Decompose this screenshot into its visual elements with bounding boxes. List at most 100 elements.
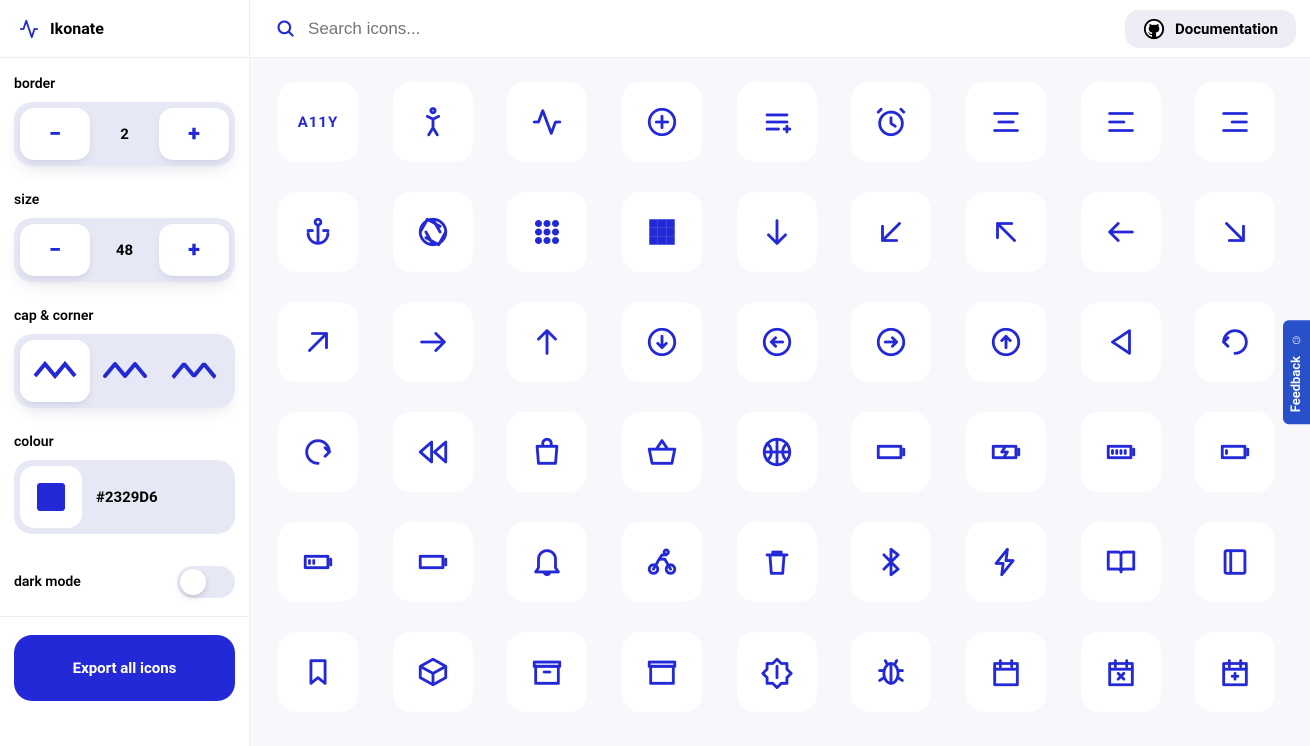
icon-cell-brightness[interactable] (737, 632, 817, 712)
feedback-smiley-icon: ☺ (1290, 332, 1303, 348)
icon-cell-apps-dots[interactable] (507, 192, 587, 272)
cap-option-bevel[interactable] (159, 340, 229, 402)
icon-cell-arrow-down-circle[interactable] (622, 302, 702, 382)
icon-cell-battery-charging[interactable] (966, 412, 1046, 492)
icon-cell-arrow-down[interactable] (737, 192, 817, 272)
icon-cell-back-triangle[interactable] (1081, 302, 1161, 382)
icon-cell-bookmark[interactable] (278, 632, 358, 712)
icon-cell-bag[interactable] (507, 412, 587, 492)
bookmark-icon (301, 655, 335, 689)
colour-label: colour (14, 434, 235, 450)
feedback-tab[interactable]: Feedback ☺ (1283, 320, 1310, 424)
export-button[interactable]: Export all icons (14, 635, 235, 701)
topbar: Documentation (250, 0, 1310, 58)
icon-cell-bolt[interactable] (966, 522, 1046, 602)
icon-cell-box-storage[interactable] (507, 632, 587, 712)
icon-cell-basketball[interactable] (737, 412, 817, 492)
cap-option-round[interactable] (90, 340, 160, 402)
icon-cell-align-left[interactable] (1081, 82, 1161, 162)
colour-swatch (20, 466, 82, 528)
icon-cell-book-open[interactable] (1081, 522, 1161, 602)
cap-option-miter[interactable] (20, 340, 90, 402)
icon-cell-add-to-list[interactable] (737, 82, 817, 162)
brightness-icon (760, 655, 794, 689)
icon-cell-bluetooth[interactable] (851, 522, 931, 602)
align-left-icon (1104, 105, 1138, 139)
colour-picker[interactable]: #2329D6 (14, 460, 235, 534)
icon-cell-basket[interactable] (622, 412, 702, 492)
battery-charging-icon (989, 435, 1023, 469)
icon-cell-battery-full[interactable] (1081, 412, 1161, 492)
battery-full-icon (1104, 435, 1138, 469)
icon-cell-box[interactable] (393, 632, 473, 712)
arrow-down-left-icon (874, 215, 908, 249)
icon-cell-rewind[interactable] (393, 412, 473, 492)
zigzag-round-icon (103, 356, 147, 386)
dark-mode-toggle[interactable] (177, 566, 235, 598)
icon-cell-battery[interactable] (393, 522, 473, 602)
icon-cell-box-alt[interactable] (622, 632, 702, 712)
icon-cell-apps-grid[interactable] (622, 192, 702, 272)
icon-cell-a11y[interactable]: A11Y (278, 82, 358, 162)
icon-cell-aperture[interactable] (393, 192, 473, 272)
a11y-icon: A11Y (298, 113, 339, 131)
icon-cell-arrow-right[interactable] (393, 302, 473, 382)
box-icon (416, 655, 450, 689)
size-increment-button[interactable]: + (159, 224, 229, 276)
icon-cell-redo[interactable] (278, 412, 358, 492)
border-increment-button[interactable]: + (159, 108, 229, 160)
zigzag-bevel-icon (172, 356, 216, 386)
icon-cell-bin[interactable] (737, 522, 817, 602)
icon-cell-arrow-down-left[interactable] (851, 192, 931, 272)
battery-medium-icon (301, 545, 335, 579)
icon-cell-book[interactable] (1195, 522, 1275, 602)
icon-cell-battery-low[interactable] (1195, 412, 1275, 492)
bolt-icon (989, 545, 1023, 579)
icon-cell-bike[interactable] (622, 522, 702, 602)
calendar-icon (989, 655, 1023, 689)
icon-cell-calendar[interactable] (966, 632, 1046, 712)
icon-cell-arrow-up-circle[interactable] (966, 302, 1046, 382)
icon-cell-arrow-up[interactable] (507, 302, 587, 382)
icon-cell-align-right[interactable] (1195, 82, 1275, 162)
icon-cell-battery-medium[interactable] (278, 522, 358, 602)
icon-cell-alarm[interactable] (851, 82, 931, 162)
arrow-down-right-icon (1218, 215, 1252, 249)
basketball-icon (760, 435, 794, 469)
battery-low-icon (1218, 435, 1252, 469)
arrow-down-icon (760, 215, 794, 249)
alarm-icon (874, 105, 908, 139)
icon-cell-align-center[interactable] (966, 82, 1046, 162)
documentation-button[interactable]: Documentation (1125, 10, 1296, 48)
icon-cell-bug[interactable] (851, 632, 931, 712)
apps-grid-icon (645, 215, 679, 249)
bin-icon (760, 545, 794, 579)
icon-cell-arrow-down-right[interactable] (1195, 192, 1275, 272)
aperture-icon (416, 215, 450, 249)
icon-cell-calendar-add[interactable] (1195, 632, 1275, 712)
icon-cell-arrow-left[interactable] (1081, 192, 1161, 272)
icon-cell-arrow-left-circle[interactable] (737, 302, 817, 382)
icon-cell-arrow-up-right[interactable] (278, 302, 358, 382)
align-center-icon (989, 105, 1023, 139)
redo-icon (301, 435, 335, 469)
icon-cell-arrow-up-left[interactable] (966, 192, 1046, 272)
box-storage-icon (530, 655, 564, 689)
zigzag-miter-icon (33, 356, 77, 386)
icon-cell-anchor[interactable] (278, 192, 358, 272)
border-decrement-button[interactable]: − (20, 108, 90, 160)
icon-cell-battery-empty[interactable] (851, 412, 931, 492)
icon-cell-add-circle[interactable] (622, 82, 702, 162)
undo-icon (1218, 325, 1252, 359)
icon-cell-undo[interactable] (1195, 302, 1275, 382)
icon-cell-activity[interactable] (507, 82, 587, 162)
icon-cell-accessibility-person[interactable] (393, 82, 473, 162)
icon-cell-calendar-x[interactable] (1081, 632, 1161, 712)
size-decrement-button[interactable]: − (20, 224, 90, 276)
cap-label: cap & corner (14, 308, 235, 324)
icon-cell-bell[interactable] (507, 522, 587, 602)
arrow-right-circle-icon (874, 325, 908, 359)
icon-cell-arrow-right-circle[interactable] (851, 302, 931, 382)
search-input[interactable] (308, 19, 708, 39)
anchor-icon (301, 215, 335, 249)
